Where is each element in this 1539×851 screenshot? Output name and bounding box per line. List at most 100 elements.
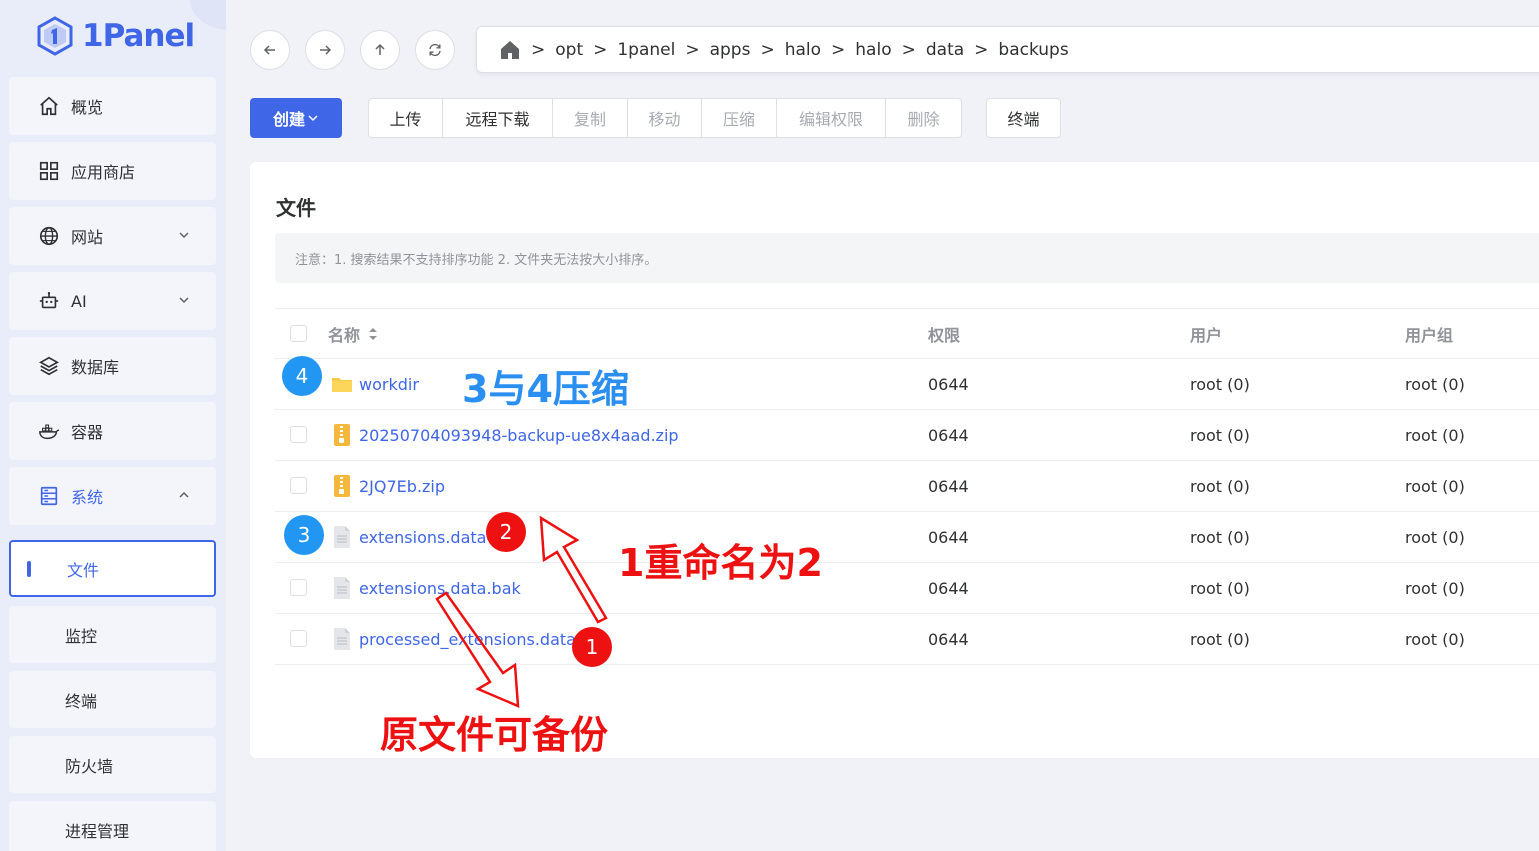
sidebar-item-label: 容器 [71, 423, 104, 442]
row-checkbox[interactable] [290, 630, 307, 647]
table-row[interactable]: extensions.data.bak 0644 root (0) root (… [275, 563, 1539, 614]
sort-icon[interactable] [368, 326, 378, 342]
logo-decoration [190, 0, 226, 30]
home-icon[interactable] [499, 39, 521, 61]
sidebar-item-label: 数据库 [71, 358, 120, 377]
sidebar-subitem-monitor[interactable]: 监控 [9, 606, 216, 663]
permission-cell[interactable]: 0644 [928, 512, 969, 562]
permission-cell[interactable]: 0644 [928, 461, 969, 511]
sidebar-subitem-label: 进程管理 [65, 821, 130, 841]
sidebar-item-overview[interactable]: 概览 [9, 77, 216, 135]
forward-button[interactable] [305, 30, 345, 70]
sidebar-subitem-label: 防火墙 [65, 756, 114, 776]
breadcrumb-item[interactable]: data [926, 40, 964, 60]
breadcrumb-separator: > [901, 39, 916, 60]
backup-annotation: 原文件可备份 [380, 713, 609, 757]
arrow-up-icon [375, 43, 385, 55]
arrow-left-icon [263, 45, 275, 55]
file-name-cell: processed_extensions.data [331, 614, 576, 664]
breadcrumb-item[interactable]: apps [710, 40, 751, 60]
breadcrumb-item[interactable]: backups [998, 40, 1068, 60]
sidebar-item-database[interactable]: 数据库 [9, 337, 216, 395]
group-cell: root (0) [1405, 629, 1465, 649]
permission-cell[interactable]: 0644 [928, 410, 969, 460]
table-header: 名称 权限 用户 用户组 [275, 308, 1539, 359]
user-cell: root (0) [1190, 527, 1250, 547]
file-name-cell: 2JQ7Eb.zip [331, 461, 445, 511]
sidebar-item-website[interactable]: 网站 [9, 207, 216, 265]
group-cell: root (0) [1405, 374, 1465, 394]
row-checkbox[interactable] [290, 426, 307, 443]
select-all-checkbox[interactable] [290, 325, 307, 342]
move-button[interactable]: 移动 [628, 99, 702, 137]
page-title: 文件 [276, 196, 316, 220]
file-name-link[interactable]: extensions.data [359, 528, 486, 547]
sidebar-item-label: 网站 [71, 228, 104, 247]
file-icon [331, 627, 353, 651]
breadcrumb-item[interactable]: 1panel [617, 40, 675, 60]
table-row[interactable]: 2JQ7Eb.zip 0644 root (0) root (0) [275, 461, 1539, 512]
table-row[interactable]: extensions.data 0644 root (0) root (0) [275, 512, 1539, 563]
chevron-down-icon [179, 232, 189, 239]
copy-button[interactable]: 复制 [553, 99, 628, 137]
column-header-label: 名称 [328, 326, 361, 345]
breadcrumb-item[interactable]: halo [855, 40, 891, 60]
file-icon [331, 525, 353, 549]
file-name-link[interactable]: 20250704093948-backup-ue8x4aad.zip [359, 426, 679, 445]
compress-button[interactable]: 压缩 [702, 99, 777, 137]
file-action-group: 上传 远程下载 复制 移动 压缩 编辑权限 删除 [368, 98, 962, 138]
file-name-cell: 20250704093948-backup-ue8x4aad.zip [331, 410, 679, 460]
sidebar-item-container[interactable]: 容器 [9, 402, 216, 460]
step-badge-2: 2 [486, 512, 526, 552]
file-list-card: 文件 注意：1. 搜索结果不支持排序功能 2. 文件夹无法按大小排序。 名称 权… [250, 162, 1539, 758]
breadcrumb-separator: > [685, 39, 700, 60]
refresh-button[interactable] [415, 30, 455, 70]
sidebar-subitem-files[interactable]: 文件 [9, 540, 216, 597]
app-logo[interactable]: 1Panel [36, 14, 195, 58]
group-cell: root (0) [1405, 476, 1465, 496]
folder-icon [331, 372, 353, 396]
table-row[interactable]: processed_extensions.data 0644 root (0) … [275, 614, 1539, 665]
file-name-link[interactable]: processed_extensions.data [359, 630, 576, 649]
row-checkbox[interactable] [290, 477, 307, 494]
server-icon [37, 484, 61, 508]
user-cell: root (0) [1190, 578, 1250, 598]
permission-cell[interactable]: 0644 [928, 614, 969, 664]
sidebar-subitem-firewall[interactable]: 防火墙 [9, 736, 216, 793]
active-indicator [27, 561, 31, 577]
breadcrumb-separator: > [831, 39, 846, 60]
user-cell: root (0) [1190, 374, 1250, 394]
file-name-link[interactable]: extensions.data.bak [359, 579, 521, 598]
home-icon [37, 94, 61, 118]
terminal-button[interactable]: 终端 [986, 98, 1061, 138]
up-button[interactable] [360, 30, 400, 70]
sidebar-item-ai[interactable]: AI [9, 272, 216, 330]
upload-button[interactable]: 上传 [369, 99, 443, 137]
permission-cell[interactable]: 0644 [928, 359, 969, 409]
sidebar-subitem-terminal[interactable]: 终端 [9, 671, 216, 728]
step-badge-3: 3 [284, 515, 324, 555]
file-name-cell: extensions.data.bak [331, 563, 521, 613]
sidebar-item-app-store[interactable]: 应用商店 [9, 142, 216, 200]
file-name-cell: workdir [331, 359, 419, 409]
file-name-link[interactable]: 2JQ7Eb.zip [359, 477, 445, 496]
column-header-user: 用户 [1190, 326, 1223, 345]
column-header-name[interactable]: 名称 [328, 309, 378, 359]
docker-icon [37, 419, 61, 443]
edit-permission-button[interactable]: 编辑权限 [777, 99, 886, 137]
create-button[interactable]: 创建 [250, 98, 342, 138]
breadcrumb-item[interactable]: halo [785, 40, 821, 60]
row-checkbox[interactable] [290, 579, 307, 596]
delete-button[interactable]: 删除 [886, 99, 961, 137]
table-row[interactable]: 20250704093948-backup-ue8x4aad.zip 0644 … [275, 410, 1539, 461]
permission-cell[interactable]: 0644 [928, 563, 969, 613]
sidebar-item-label: AI [71, 291, 87, 311]
sidebar-subitem-process[interactable]: 进程管理 [9, 801, 216, 851]
back-button[interactable] [250, 30, 290, 70]
sidebar-item-system[interactable]: 系统 [9, 467, 216, 525]
file-name-link[interactable]: workdir [359, 375, 419, 394]
breadcrumb-item[interactable]: opt [555, 40, 583, 60]
remote-download-button[interactable]: 远程下载 [443, 99, 553, 137]
user-cell: root (0) [1190, 476, 1250, 496]
refresh-icon [429, 43, 441, 57]
